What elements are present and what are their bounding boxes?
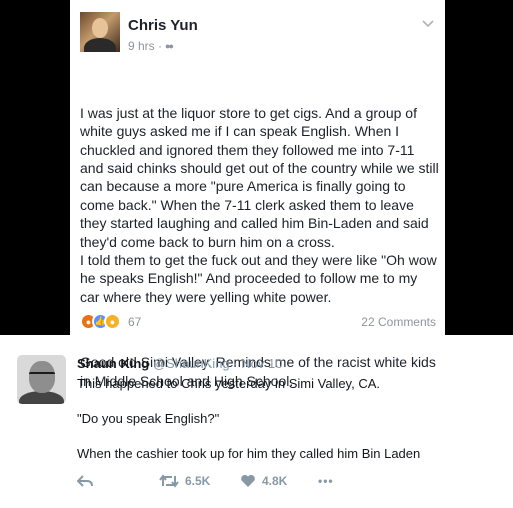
tweet-actions: 6.5K 4.8K •••	[77, 474, 377, 494]
reply-button[interactable]	[77, 474, 93, 488]
retweet-icon	[159, 474, 179, 488]
tweet-header: Shaun King @ShaunKing · Nov 10	[77, 356, 282, 371]
reply-icon	[77, 475, 93, 487]
retweet-count: 6.5K	[185, 474, 211, 488]
retweet-button[interactable]: 6.5K	[159, 474, 210, 488]
tweet-author-avatar[interactable]	[17, 355, 66, 404]
comments-link[interactable]: 22 Comments	[361, 315, 436, 329]
post-meta: 9 hrs · ●●	[128, 39, 174, 53]
author-avatar[interactable]	[80, 12, 120, 52]
facebook-post-screenshot: Chris Yun 9 hrs · ●● I was just at the l…	[0, 0, 513, 389]
avatar-body	[84, 38, 116, 52]
facebook-post-card: Chris Yun 9 hrs · ●● I was just at the l…	[70, 0, 445, 389]
post-paragraph: I was just at the liquor store to get ci…	[80, 104, 439, 305]
tweet-line: This happened to Chris yesterday in Simi…	[77, 376, 380, 391]
post-footer: ● 👍 ● 67 22 Comments	[80, 313, 436, 333]
tweet-author-name[interactable]: Shaun King	[77, 356, 149, 371]
tweet-line: When the cashier took up for him they ca…	[77, 446, 421, 461]
heart-icon	[241, 474, 255, 487]
avatar-face	[92, 18, 108, 38]
reactions-summary[interactable]: ● 👍 ● 67	[80, 313, 141, 330]
chevron-down-icon[interactable]	[421, 16, 435, 30]
tweet-author-handle[interactable]: @ShaunKing	[153, 356, 230, 371]
post-text: I was just at the liquor store to get ci…	[80, 67, 440, 427]
like-button[interactable]: 4.8K	[240, 474, 287, 488]
more-options-button[interactable]: •••	[318, 474, 334, 488]
friends-audience-icon: ●●	[165, 41, 174, 51]
header-separator: ·	[233, 356, 238, 371]
more-icon: •••	[318, 474, 334, 488]
like-count: 4.8K	[262, 474, 288, 488]
avatar-glasses	[29, 372, 55, 378]
tweet-date[interactable]: Nov 10	[241, 356, 282, 371]
author-name[interactable]: Chris Yun	[128, 17, 198, 34]
tweet-text: This happened to Chris yesterday in Simi…	[77, 375, 497, 480]
post-timestamp[interactable]: 9 hrs ·	[128, 39, 162, 53]
sad-reaction-icon: ●	[104, 313, 121, 330]
tweet-line: "Do you speak English?"	[77, 411, 220, 426]
reaction-count: 67	[128, 314, 142, 329]
